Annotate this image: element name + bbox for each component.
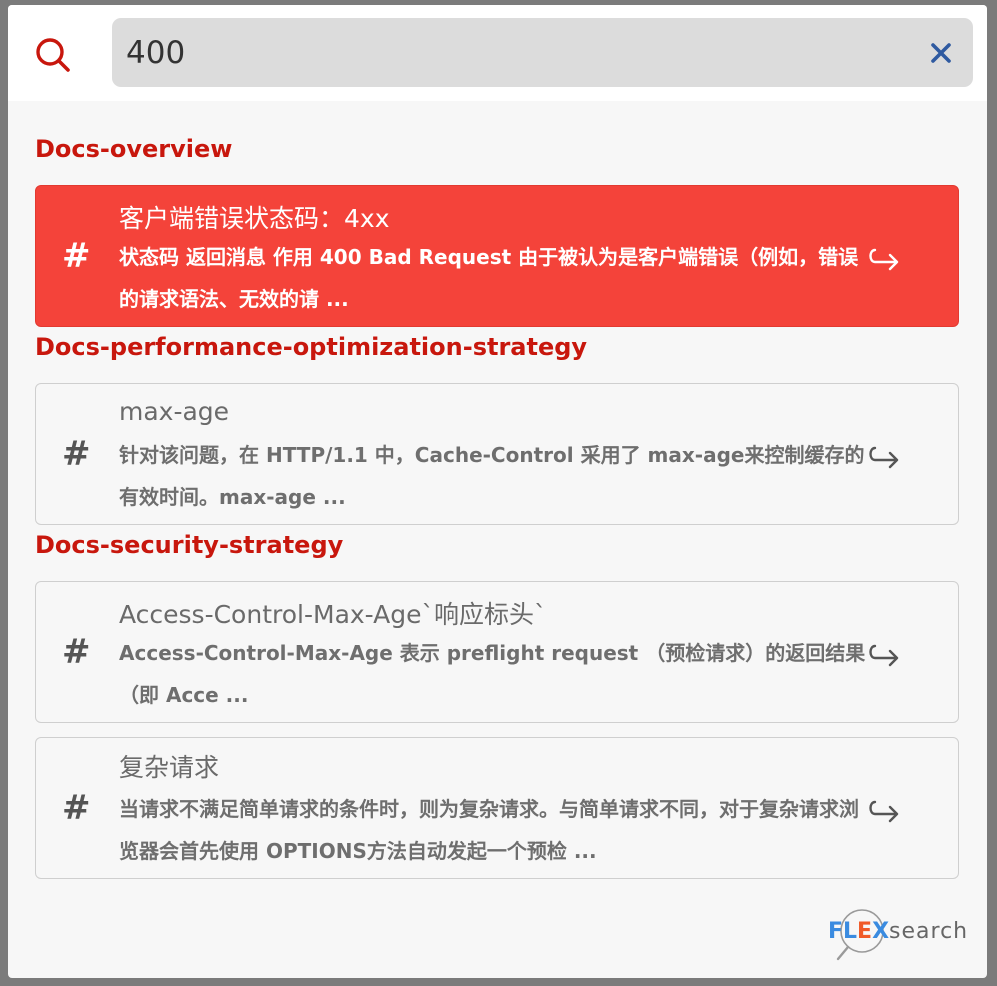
hash-icon: # — [62, 632, 91, 672]
flexsearch-logo-text: FLEXsearch — [828, 919, 969, 944]
search-bar — [8, 5, 987, 101]
group-title: Docs-security-strategy — [35, 531, 344, 559]
result-snippet: 针对该问题，在 HTTP/1.1 中，Cache-Control 采用了 max… — [119, 443, 865, 509]
search-result[interactable]: # 客户端错误状态码：4xx 状态码 返回消息 作用 400 Bad Reque… — [35, 185, 959, 327]
hash-icon: # — [62, 788, 91, 828]
group-title: Docs-overview — [35, 135, 233, 163]
enter-return-icon — [869, 248, 899, 271]
result-snippet: Access-Control-Max-Age 表示 preflight requ… — [119, 641, 866, 707]
search-field[interactable] — [112, 18, 973, 87]
close-icon[interactable] — [929, 41, 953, 65]
enter-return-icon — [869, 446, 899, 469]
search-result[interactable]: # Access-Control-Max-Age`响应标头` Access-Co… — [35, 581, 959, 723]
result-title: 客户端错误状态码：4xx — [119, 204, 390, 233]
flexsearch-logo: FLEXsearch — [826, 905, 974, 961]
hash-icon: # — [62, 434, 91, 474]
search-result[interactable]: # max-age 针对该问题，在 HTTP/1.1 中，Cache-Contr… — [35, 383, 959, 525]
result-title: 复杂请求 — [119, 753, 220, 782]
result-title: max-age — [119, 397, 230, 426]
hash-icon: # — [62, 236, 91, 276]
enter-return-icon — [869, 800, 899, 823]
search-icon — [36, 38, 70, 72]
result-title: Access-Control-Max-Age`响应标头` — [119, 600, 547, 629]
search-result[interactable]: # 复杂请求 当请求不满足简单请求的条件时，则为复杂请求。与简单请求不同，对于复… — [35, 737, 959, 879]
result-snippet: 状态码 返回消息 作用 400 Bad Request 由于被认为是客户端错误（… — [119, 245, 859, 311]
search-modal: Docs-overview # 客户端错误状态码：4xx 状态码 返回消息 作用… — [8, 5, 987, 978]
group-title: Docs-performance-optimization-strategy — [35, 333, 588, 361]
result-snippet: 当请求不满足简单请求的条件时，则为复杂请求。与简单请求不同，对于复杂请求浏览器会… — [119, 797, 859, 863]
enter-return-icon — [869, 644, 899, 667]
search-input[interactable] — [126, 18, 906, 87]
